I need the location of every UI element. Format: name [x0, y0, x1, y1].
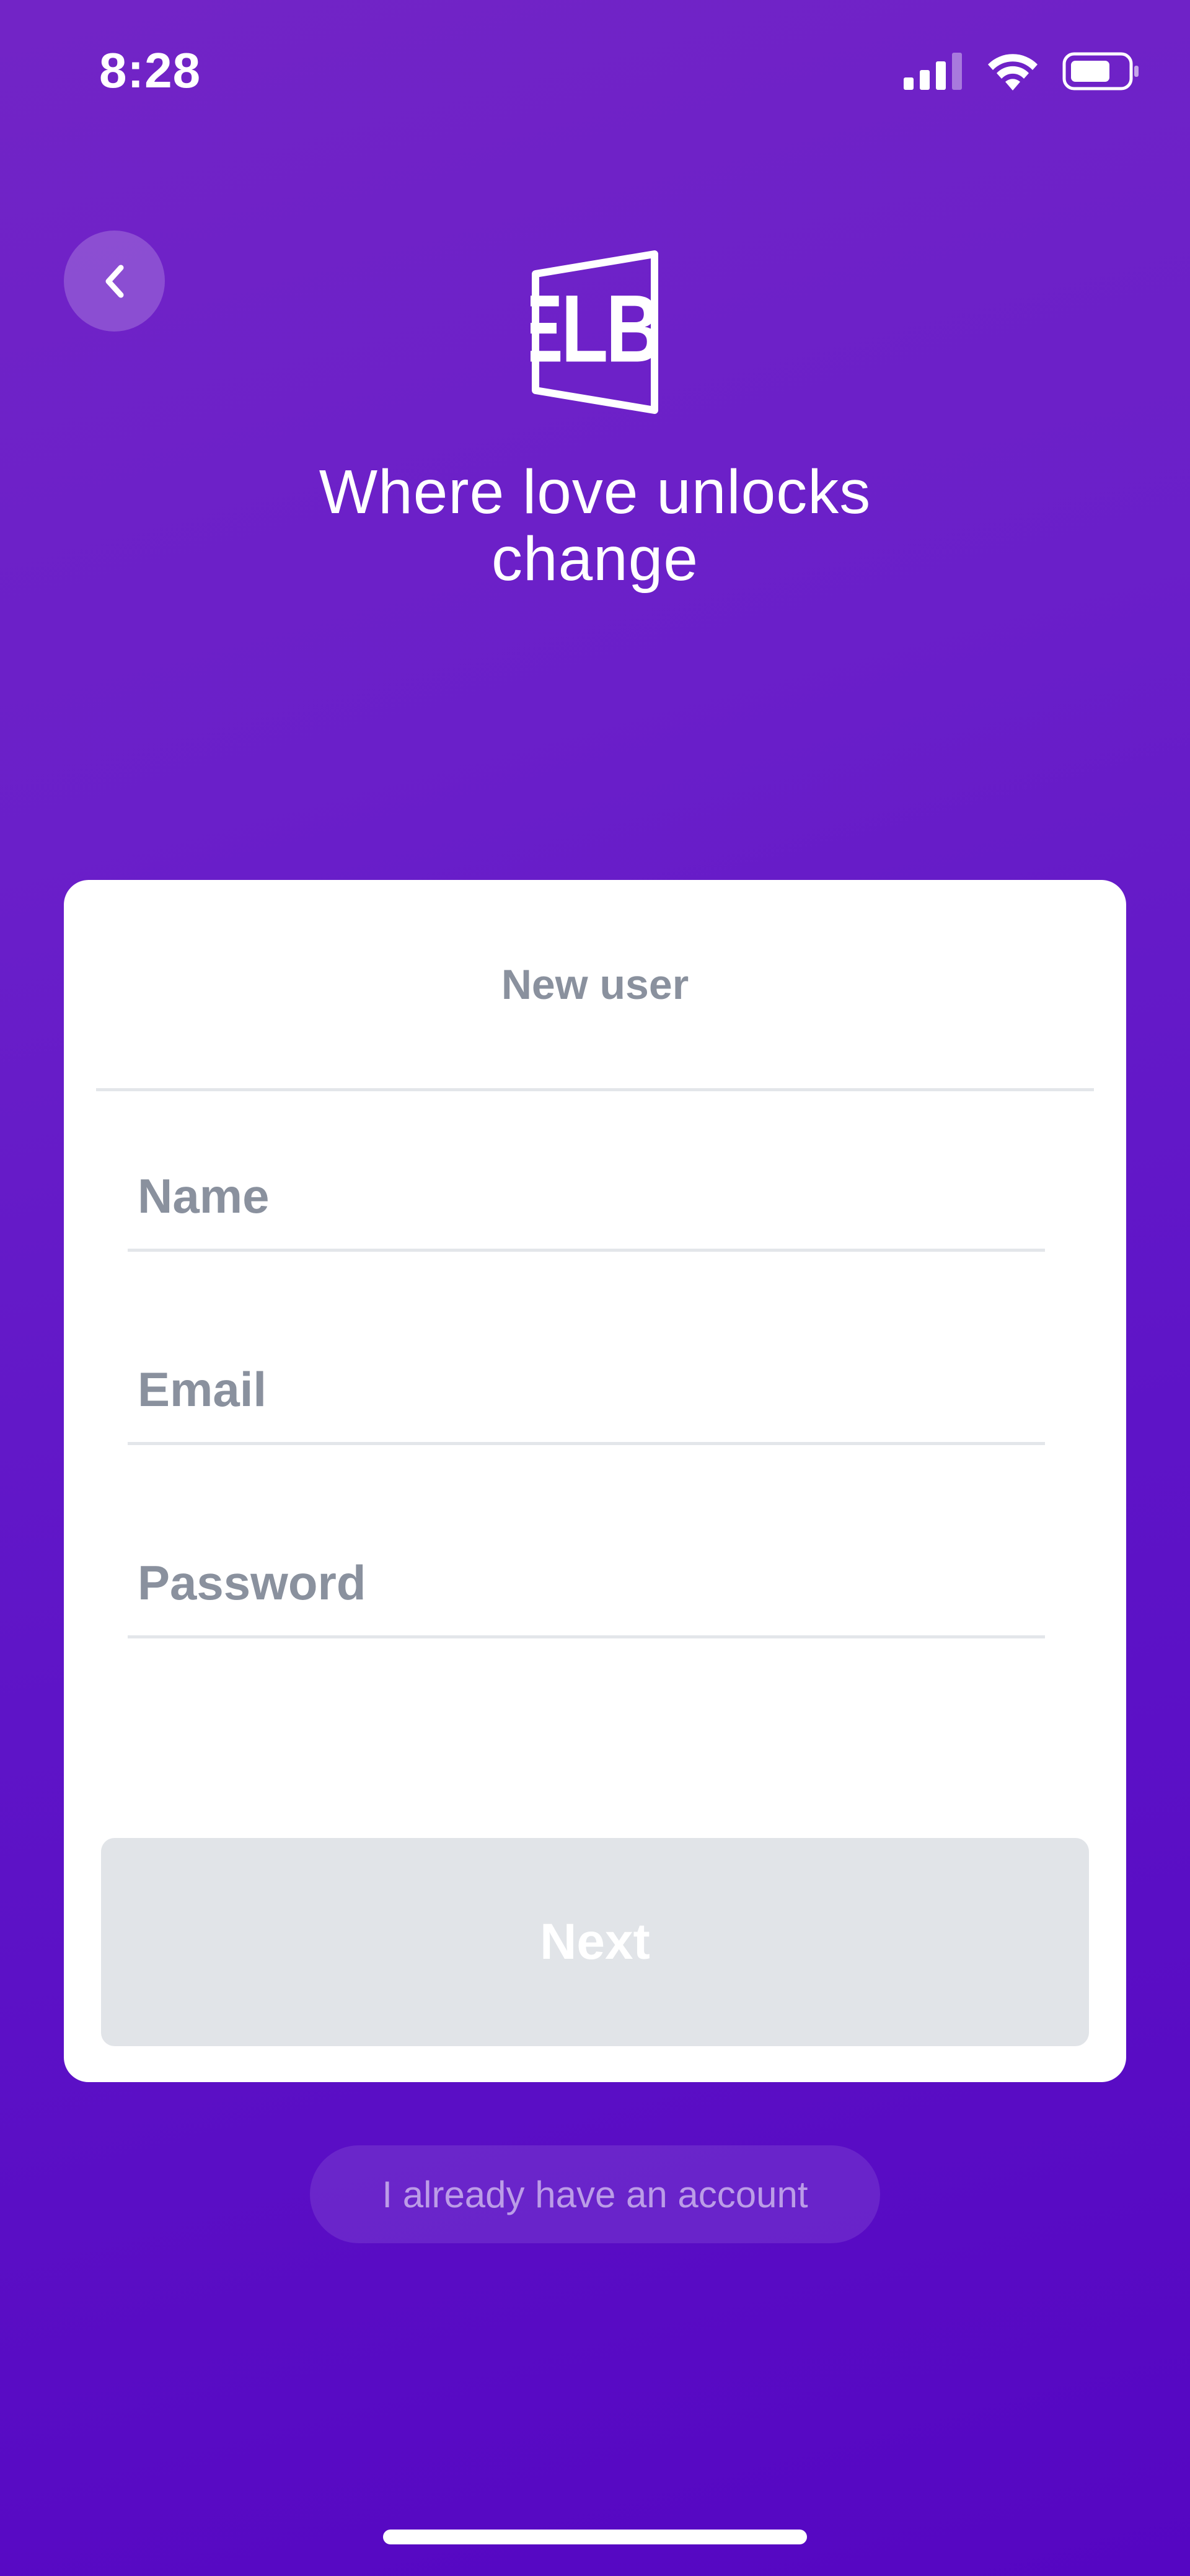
- card-divider: [96, 1088, 1094, 1091]
- email-field: [128, 1340, 1045, 1445]
- elbi-logo: ELBI: [531, 250, 661, 414]
- logo-text: ELBI: [531, 275, 661, 382]
- email-underline: [128, 1442, 1045, 1445]
- cellular-signal-icon: [904, 53, 962, 90]
- tagline: Where love unlocks change: [319, 457, 871, 594]
- signup-card: New user Next: [64, 880, 1126, 2082]
- name-underline: [128, 1249, 1045, 1252]
- back-button[interactable]: [64, 231, 165, 332]
- existing-account-button[interactable]: I already have an account: [310, 2145, 880, 2243]
- next-button[interactable]: Next: [101, 1838, 1089, 2046]
- home-indicator[interactable]: [383, 2530, 807, 2544]
- name-field: [128, 1146, 1045, 1252]
- password-input[interactable]: [128, 1533, 1045, 1632]
- password-underline: [128, 1635, 1045, 1638]
- status-time: 8:28: [99, 43, 201, 98]
- status-icons: [904, 52, 1140, 90]
- wifi-icon: [988, 54, 1038, 90]
- password-field: [128, 1533, 1045, 1638]
- card-title: New user: [501, 961, 689, 1008]
- battery-icon: [1062, 52, 1139, 90]
- chevron-left-icon: [105, 265, 123, 297]
- signup-screen: 8:28 ELBI Where love unlocks change: [0, 0, 1190, 2576]
- email-input[interactable]: [128, 1340, 1045, 1439]
- name-input[interactable]: [128, 1146, 1045, 1246]
